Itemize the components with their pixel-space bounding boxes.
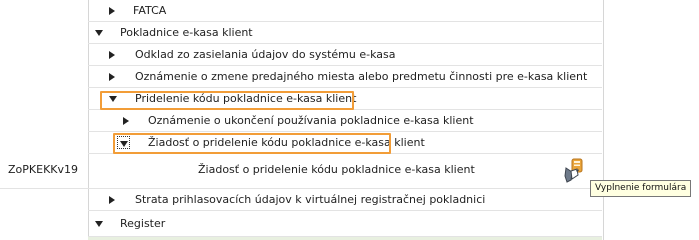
collapse-arrow-icon[interactable]	[95, 221, 103, 227]
highlight-box	[113, 133, 391, 154]
tree-item-label: Register	[120, 217, 166, 230]
tree-item-oznamenie-ukoncenie[interactable]: Oznámenie o ukončení používania pokladni…	[88, 110, 602, 132]
tree-item-strata-udajov[interactable]: Strata prihlasovacích údajov k virtuálne…	[88, 189, 602, 211]
tree-item-label: FATCA	[133, 4, 167, 17]
tree-item-label: Odklad zo zasielania údajov do systému e…	[135, 48, 396, 61]
tree-item-register[interactable]: Register	[88, 213, 602, 237]
document-name: Žiadosť o pridelenie kódu pokladnice e-k…	[198, 163, 475, 176]
tree-item-fatca[interactable]: FATCA	[88, 0, 602, 22]
document-code: ZoPKEKKv19	[8, 163, 78, 176]
highlight-box	[100, 91, 354, 110]
fill-form-icon	[564, 158, 583, 183]
tree-item-odklad[interactable]: Odklad zo zasielania údajov do systému e…	[88, 44, 602, 66]
pencil-hand-icon[interactable]	[563, 158, 587, 184]
expand-arrow-icon[interactable]	[109, 196, 115, 204]
expand-arrow-icon[interactable]	[109, 7, 115, 15]
collapse-arrow-icon[interactable]	[95, 30, 103, 36]
tree-item-label: Oznámenie o zmene predajného miesta aleb…	[135, 70, 588, 83]
expand-arrow-icon[interactable]	[109, 73, 115, 81]
tree-item-oznamenie-zmena[interactable]: Oznámenie o zmene predajného miesta aleb…	[88, 66, 602, 88]
expand-arrow-icon[interactable]	[123, 117, 129, 125]
expand-arrow-icon[interactable]	[109, 51, 115, 59]
tree-item-label: Strata prihlasovacích údajov k virtuálne…	[135, 193, 486, 206]
tree-item-label: Oznámenie o ukončení používania pokladni…	[148, 114, 474, 127]
document-row[interactable]: ZoPKEKKv19 Žiadosť o pridelenie kódu pok…	[0, 154, 602, 189]
tree-item-label: Pokladnice e-kasa klient	[120, 26, 253, 39]
tree-item-pokladnice-e-kasa[interactable]: Pokladnice e-kasa klient	[88, 22, 602, 44]
tooltip: Vyplnenie formulára	[590, 180, 692, 197]
